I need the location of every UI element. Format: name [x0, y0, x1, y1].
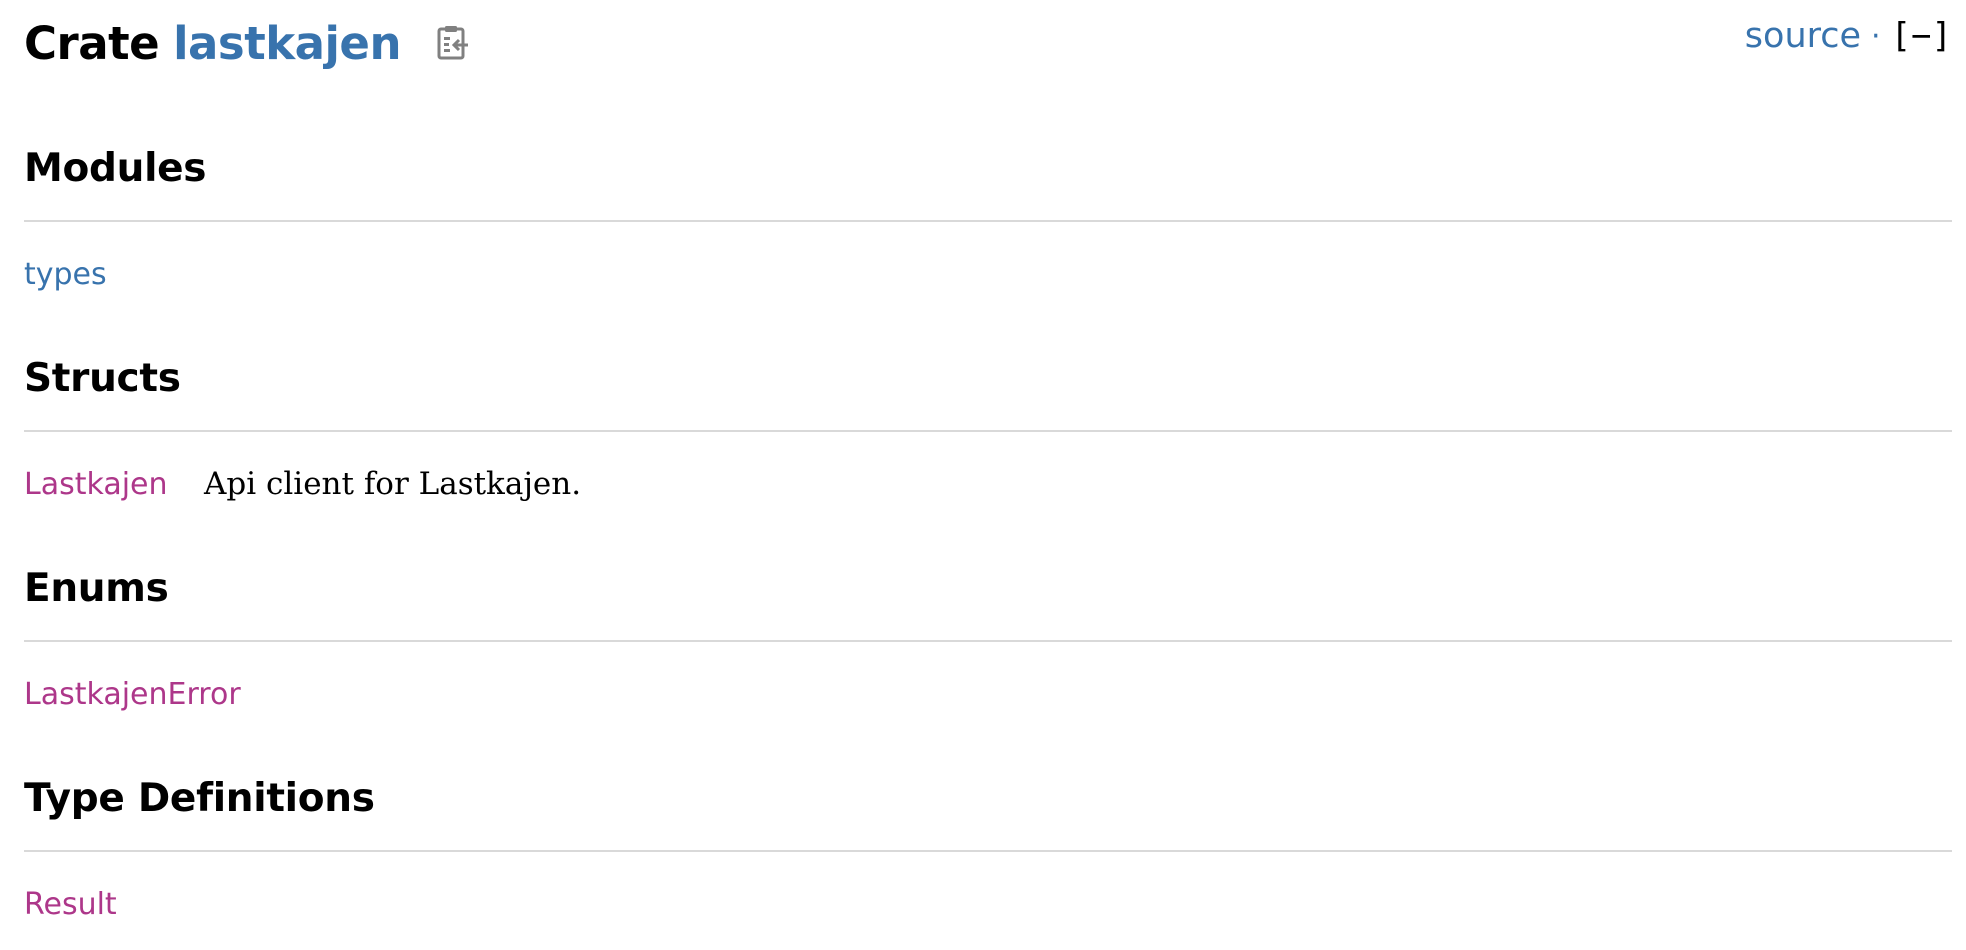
type-link-result[interactable]: Result	[24, 887, 117, 922]
collapse-all-toggle[interactable]: [−]	[1891, 16, 1952, 56]
copy-path-button[interactable]	[435, 23, 471, 63]
page-header: Crate lastkajen	[24, 12, 471, 74]
section-divider	[24, 430, 1952, 432]
section-divider	[24, 850, 1952, 852]
source-link[interactable]: source	[1745, 16, 1861, 56]
module-link-types[interactable]: types	[24, 257, 107, 292]
section-title-enums: Enums	[24, 566, 169, 611]
section-title-structs: Structs	[24, 356, 181, 401]
separator-dot: ·	[1871, 18, 1881, 54]
crate-label: Crate	[24, 16, 160, 70]
enum-link-lastkajenerror[interactable]: LastkajenError	[24, 677, 241, 712]
header-actions: source · [−]	[1745, 10, 1952, 62]
rustdoc-page: Crate lastkajen source · [−] Modules typ…	[0, 0, 1966, 950]
section-title-modules: Modules	[24, 146, 207, 191]
struct-link-lastkajen[interactable]: Lastkajen	[24, 467, 168, 502]
section-divider	[24, 640, 1952, 642]
section-title-type-definitions: Type Definitions	[24, 776, 375, 821]
clipboard-icon	[437, 26, 468, 60]
crate-name-link[interactable]: lastkajen	[173, 17, 401, 70]
struct-description: Api client for Lastkajen.	[204, 466, 582, 502]
section-divider	[24, 220, 1952, 222]
